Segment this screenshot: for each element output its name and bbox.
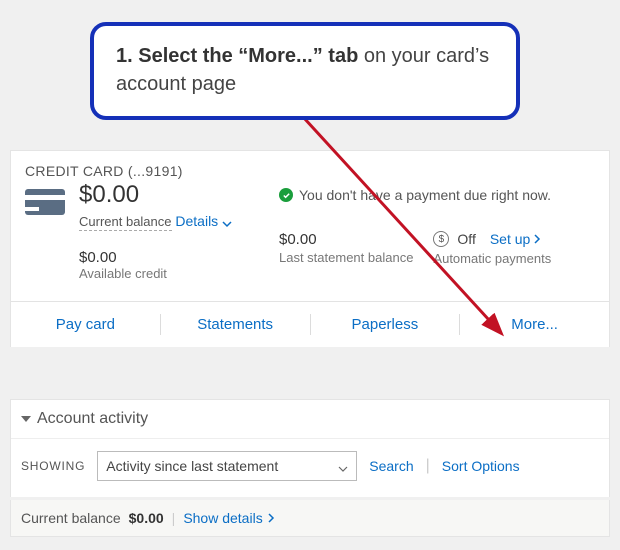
credit-card-icon — [25, 189, 65, 215]
vertical-separator: | — [426, 457, 430, 475]
chevron-right-icon — [533, 231, 541, 247]
last-statement-amount: $0.00 — [279, 231, 413, 248]
chevron-down-icon — [222, 216, 232, 226]
bottom-balance-amount: $0.00 — [129, 510, 164, 526]
tab-more[interactable]: More... — [460, 302, 609, 347]
details-link-text: Details — [175, 213, 218, 229]
instruction-callout: 1. Select the “More...” tab on your card… — [90, 22, 520, 120]
last-statement-label: Last statement balance — [279, 250, 413, 265]
account-card: CREDIT CARD (...9191) $0.00 Current bala… — [10, 150, 610, 347]
search-link[interactable]: Search — [369, 458, 413, 474]
no-payment-due-text: You don't have a payment due right now. — [299, 187, 551, 203]
checkmark-icon — [279, 188, 293, 202]
account-title: CREDIT CARD (...9191) — [25, 163, 595, 179]
chevron-right-icon — [267, 510, 275, 526]
auto-pay-setup-text: Set up — [490, 231, 530, 247]
available-credit-amount: $0.00 — [79, 249, 279, 266]
activity-filter-value: Activity since last statement — [106, 458, 278, 474]
account-activity-header[interactable]: Account activity — [11, 400, 609, 439]
auto-pay-status: Off — [457, 231, 475, 247]
details-link[interactable]: Details — [175, 213, 232, 229]
sort-options-link[interactable]: Sort Options — [442, 458, 520, 474]
triangle-down-icon — [21, 416, 31, 422]
auto-pay-setup-link[interactable]: Set up — [490, 231, 541, 247]
tab-row: Pay card Statements Paperless More... — [11, 301, 609, 347]
tab-pay-card[interactable]: Pay card — [11, 302, 160, 347]
dollar-circle-icon: $ — [433, 231, 449, 247]
instruction-bold: 1. Select the “More...” tab — [116, 45, 358, 67]
current-balance-label: Current balance — [79, 214, 172, 231]
auto-pay-label: Automatic payments — [433, 251, 551, 266]
bottom-balance-label: Current balance — [21, 510, 121, 526]
vertical-separator: | — [172, 510, 176, 526]
current-balance-amount: $0.00 — [79, 183, 279, 207]
showing-label: SHOWING — [21, 459, 85, 473]
activity-filter-select[interactable]: Activity since last statement — [97, 451, 357, 481]
tab-statements[interactable]: Statements — [161, 302, 310, 347]
account-activity-title: Account activity — [37, 410, 148, 428]
chevron-down-icon — [338, 461, 348, 471]
tab-paperless[interactable]: Paperless — [311, 302, 460, 347]
show-details-link[interactable]: Show details — [183, 510, 274, 526]
account-activity-section: Account activity SHOWING Activity since … — [10, 399, 610, 497]
available-credit-label: Available credit — [79, 266, 279, 281]
show-details-text: Show details — [183, 510, 262, 526]
balance-summary-bar: Current balance $0.00 | Show details — [10, 500, 610, 537]
